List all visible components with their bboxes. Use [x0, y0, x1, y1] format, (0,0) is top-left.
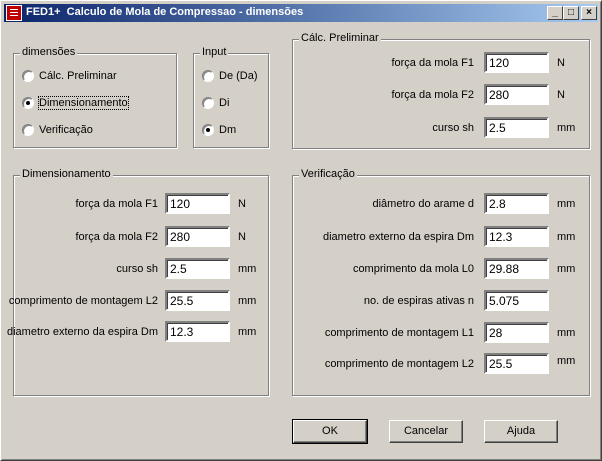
unit-label: mm	[238, 326, 257, 338]
verificacao-legend: Verificação	[299, 168, 357, 180]
radio-selected-dot	[26, 101, 30, 105]
unit-label: mm	[557, 327, 576, 339]
radio-circle[interactable]	[202, 124, 214, 136]
unit-label: N	[557, 57, 565, 69]
help-button[interactable]: Ajuda	[484, 420, 558, 443]
radio-label: Cálc. Preliminar	[39, 70, 117, 82]
field-label: comprimento da mola L0	[352, 263, 474, 275]
unit-label: mm	[238, 295, 257, 307]
field-label: força da mola F2	[391, 89, 474, 101]
ok-button[interactable]: OK	[292, 419, 368, 444]
curso-sh-input[interactable]: 2.5	[484, 117, 549, 138]
dimensionamento-legend: Dimensionamento	[20, 168, 113, 180]
ver-montagem-l1-input[interactable]: 28	[484, 322, 549, 343]
unit-label: N	[557, 89, 565, 101]
unit-label: mm	[238, 263, 257, 275]
field-label: comprimento de montagem L2	[8, 295, 158, 307]
unit-label: mm	[557, 198, 576, 210]
close-button[interactable]: ×	[581, 6, 597, 20]
dim-diametro-dm-input[interactable]: 12.3	[165, 321, 230, 342]
ver-montagem-l2-input[interactable]: 25.5	[484, 353, 549, 374]
field-label: diametro externo da espira Dm	[322, 231, 474, 243]
radio-label: Dimensionamento	[38, 96, 129, 110]
field-label: comprimento de montagem L2	[324, 358, 474, 370]
field-label: curso sh	[432, 122, 474, 134]
field-label: curso sh	[116, 263, 158, 275]
dim-forca-f1-input[interactable]: 120	[165, 193, 230, 214]
dim-curso-sh-input[interactable]: 2.5	[165, 258, 230, 279]
dimensoes-legend: dimensões	[20, 46, 78, 58]
ver-espiras-n-input[interactable]: 5.075	[484, 290, 549, 311]
unit-label: mm	[557, 263, 576, 275]
maximize-button[interactable]: □	[563, 6, 579, 20]
window-title: FED1+ Calculo de Mola de Compressao - di…	[26, 6, 304, 18]
dialog-window: FED1+ Calculo de Mola de Compressao - di…	[0, 0, 602, 461]
radio-selected-dot	[206, 128, 210, 132]
forca-f2-input[interactable]: 280	[484, 84, 549, 105]
unit-label: mm	[557, 122, 576, 134]
radio-label: Verificação	[39, 124, 93, 136]
ver-diametro-dm-input[interactable]: 12.3	[484, 226, 549, 247]
field-label: força da mola F1	[75, 198, 158, 210]
unit-label: mm	[557, 355, 576, 367]
calc-preliminar-group: Cálc. Preliminar força da mola F1 120 N …	[292, 32, 590, 149]
field-label: diâmetro do arame d	[372, 198, 475, 210]
radio-label: Di	[219, 97, 230, 109]
radio-circle[interactable]	[22, 97, 34, 109]
input-group: Input De (Da) Di Dm	[193, 46, 269, 148]
verificacao-group: Verificação diâmetro do arame d 2.8 mm d…	[292, 168, 590, 396]
radio-label: De (Da)	[219, 70, 258, 82]
input-legend: Input	[200, 46, 229, 58]
radio-circle[interactable]	[202, 97, 214, 109]
unit-label: N	[238, 198, 246, 210]
radio-circle[interactable]	[22, 70, 34, 82]
title-bar[interactable]: FED1+ Calculo de Mola de Compressao - di…	[4, 4, 598, 22]
dimensoes-group: dimensões Cálc. Preliminar Dimensionamen…	[13, 46, 177, 148]
dim-montagem-l2-input[interactable]: 25.5	[165, 290, 230, 311]
field-label: força da mola F1	[391, 57, 474, 69]
radio-label: Dm	[219, 124, 237, 136]
ver-diametro-arame-input[interactable]: 2.8	[484, 193, 549, 214]
forca-f1-input[interactable]: 120	[484, 52, 549, 73]
field-label: no. de espiras ativas n	[363, 295, 474, 307]
field-label: diametro externo da espira Dm	[6, 326, 158, 338]
field-label: comprimento de montagem L1	[324, 327, 474, 339]
unit-label: N	[238, 231, 246, 243]
cancel-button[interactable]: Cancelar	[389, 420, 463, 443]
calc-preliminar-legend: Cálc. Preliminar	[299, 32, 381, 44]
app-icon	[6, 5, 22, 21]
dimensionamento-group: Dimensionamento força da mola F1 120 N f…	[7, 168, 269, 396]
radio-circle[interactable]	[202, 70, 214, 82]
minimize-button[interactable]: _	[547, 6, 563, 20]
dim-forca-f2-input[interactable]: 280	[165, 226, 230, 247]
ver-comprimento-l0-input[interactable]: 29.88	[484, 258, 549, 279]
unit-label: mm	[557, 231, 576, 243]
radio-circle[interactable]	[22, 124, 34, 136]
field-label: força da mola F2	[75, 231, 158, 243]
